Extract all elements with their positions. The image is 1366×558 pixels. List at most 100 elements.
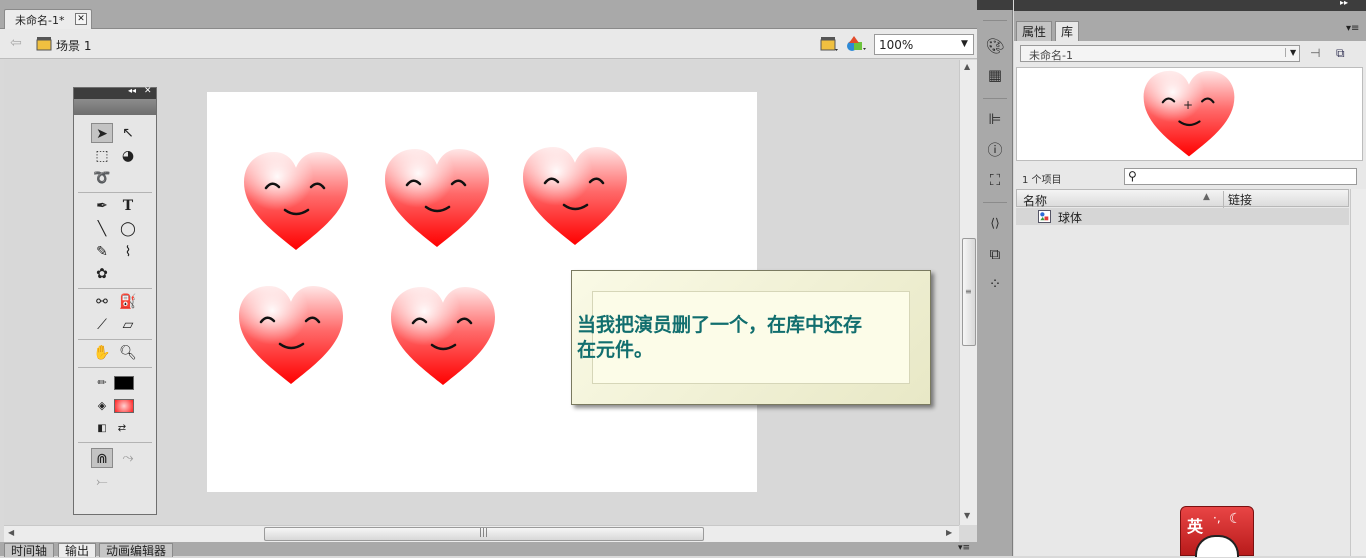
heart-instance[interactable]	[241, 150, 351, 254]
annotation-callout: 当我把演员删了一个，在库中还存 在元件。	[571, 270, 931, 405]
tab-properties[interactable]: 属性	[1016, 21, 1053, 41]
color-palette-icon[interactable]: 🎨︎	[985, 36, 1005, 56]
heart-preview	[1142, 69, 1236, 158]
transform-icon[interactable]: ⛶	[985, 170, 1005, 190]
black-white-icon[interactable]: ◧	[91, 419, 113, 439]
panel-menu-icon[interactable]: ▾≡	[958, 543, 970, 553]
edit-scene-icon[interactable]	[820, 35, 840, 53]
lasso-tool-icon[interactable]: ➰	[91, 168, 113, 188]
heart-instance[interactable]	[236, 284, 346, 388]
movie-clip-symbol-icon	[1038, 210, 1051, 223]
close-icon[interactable]: ✕	[75, 13, 87, 25]
library-document-name: 未命名-1	[1029, 49, 1073, 62]
fill-color-swatch[interactable]	[114, 399, 134, 413]
smooth-icon[interactable]: ⤳	[117, 448, 139, 468]
edit-bar: ⇦ 场景 1 100% ▼	[0, 29, 977, 59]
sort-arrow-icon[interactable]: ▲	[1203, 192, 1210, 202]
selection-tool-icon[interactable]: ➤	[91, 123, 113, 143]
stage-vertical-scrollbar[interactable]: ▲ ≡ ▼	[959, 60, 977, 525]
scroll-thumb[interactable]: ≡	[962, 238, 976, 346]
column-separator	[983, 98, 1007, 99]
tools-header	[74, 99, 156, 115]
hand-tool-icon[interactable]: ✋	[91, 343, 113, 363]
pin-library-icon[interactable]: ⊣	[1310, 46, 1320, 60]
components-icon[interactable]: ⧉	[985, 244, 1005, 264]
straighten-icon[interactable]: ⤚	[91, 472, 113, 492]
panel-icon-column: 🎨︎ ▦ ⊫ ⓘ ⛶ ⟨⟩ ⧉ ⁘	[977, 10, 1013, 556]
expand-icon[interactable]: ▸▸	[1340, 0, 1348, 7]
stroke-color-icon: ✏	[97, 376, 107, 389]
column-separator	[983, 202, 1007, 203]
zoom-tool-icon[interactable]: 🔍︎	[117, 343, 139, 363]
ime-language-widget[interactable]: 英 ·, ☾	[1180, 506, 1254, 557]
chevron-down-icon: ▼	[1285, 48, 1296, 57]
tab-library[interactable]: 库	[1055, 21, 1080, 41]
eyedropper-tool-icon[interactable]: ⟋	[91, 315, 113, 335]
zoom-dropdown[interactable]: 100% ▼	[874, 34, 974, 55]
bottom-panel-tabs: 时间轴 输出 动画编辑器 ▾≡	[0, 542, 977, 558]
document-tab[interactable]: 未命名-1* ✕	[4, 9, 92, 29]
swap-colors-icon[interactable]: ⇄	[111, 419, 133, 439]
align-icon[interactable]: ⊫	[985, 109, 1005, 129]
panel-menu-icon[interactable]: ▾≡	[1346, 23, 1359, 34]
library-item-row[interactable]: 球体	[1016, 208, 1349, 225]
library-item-count: 1 个项目	[1022, 175, 1062, 186]
column-name-header[interactable]: 名称	[1023, 192, 1047, 209]
actions-icon[interactable]: ⟨⟩	[985, 213, 1005, 233]
stage-horizontal-scrollbar[interactable]: ◀ ||| ▶	[4, 525, 959, 542]
bone-tool-icon[interactable]: ⚯	[91, 292, 113, 312]
snap-to-objects-icon[interactable]: ⋒	[91, 448, 113, 468]
ime-mode-label: 英	[1187, 517, 1204, 536]
line-tool-icon[interactable]: ╲	[91, 219, 113, 239]
column-separator	[983, 20, 1007, 21]
ime-mascot-icon	[1195, 535, 1239, 557]
pencil-tool-icon[interactable]: ✎	[91, 242, 113, 262]
new-library-panel-icon[interactable]: ⧉	[1336, 46, 1345, 61]
scroll-down-icon[interactable]: ▼	[964, 511, 970, 520]
heart-instance[interactable]	[520, 145, 630, 249]
tab-motion-editor[interactable]: 动画编辑器	[99, 543, 174, 558]
library-tabs: 属性 库 ▾≡	[1014, 11, 1366, 41]
pen-tool-icon[interactable]: ✒	[91, 196, 113, 216]
heart-instance[interactable]	[388, 285, 498, 389]
edit-symbols-icon[interactable]	[846, 34, 868, 54]
column-linkage-header[interactable]: 链接	[1223, 191, 1252, 208]
scroll-right-icon[interactable]: ▶	[946, 528, 952, 537]
document-tab-bar: 未命名-1* ✕	[0, 0, 977, 29]
3d-rotation-tool-icon[interactable]: ◕	[117, 146, 139, 166]
scroll-left-icon[interactable]: ◀	[8, 528, 14, 537]
brush-tool-icon[interactable]: ⌇	[117, 242, 139, 262]
collapse-icon[interactable]: ◂◂	[128, 86, 136, 95]
ime-punctuation-icon: ·,	[1213, 511, 1221, 525]
scene-clapper-icon	[36, 37, 52, 51]
swatches-icon[interactable]: ▦	[985, 65, 1005, 85]
text-tool-icon[interactable]: T	[117, 196, 139, 216]
back-arrow-icon[interactable]: ⇦	[10, 35, 22, 51]
tab-timeline[interactable]: 时间轴	[4, 543, 55, 558]
moon-icon: ☾	[1229, 511, 1242, 527]
deco-tool-icon[interactable]: ✿	[91, 264, 113, 284]
stroke-color-swatch[interactable]	[114, 376, 134, 390]
scroll-up-icon[interactable]: ▲	[964, 62, 970, 71]
tools-separator	[78, 339, 152, 340]
tools-titlebar[interactable]: ◂◂ ✕	[74, 86, 156, 99]
motion-presets-icon[interactable]: ⁘	[985, 274, 1005, 294]
heart-instance[interactable]	[382, 147, 492, 251]
scene-label[interactable]: 场景 1	[56, 37, 91, 54]
tab-output[interactable]: 输出	[58, 543, 97, 558]
oval-tool-icon[interactable]: ◯	[117, 219, 139, 239]
subselection-tool-icon[interactable]: ↖	[117, 123, 139, 143]
library-scrollbar[interactable]	[1350, 189, 1366, 556]
tools-separator	[78, 192, 152, 193]
paint-bucket-tool-icon[interactable]: ⛽	[117, 292, 139, 312]
info-icon[interactable]: ⓘ	[985, 140, 1005, 160]
eraser-tool-icon[interactable]: ▱	[117, 315, 139, 335]
free-transform-tool-icon[interactable]: ⬚	[91, 146, 113, 166]
library-search-input[interactable]: ⚲	[1124, 168, 1357, 185]
close-icon[interactable]: ✕	[144, 86, 152, 96]
library-titlebar[interactable]: ▸▸	[1014, 0, 1366, 11]
icon-column-titlebar	[977, 0, 1013, 10]
scroll-thumb[interactable]: |||	[264, 527, 704, 541]
tools-separator	[78, 442, 152, 443]
library-document-dropdown[interactable]: 未命名-1 ▼	[1020, 45, 1300, 62]
